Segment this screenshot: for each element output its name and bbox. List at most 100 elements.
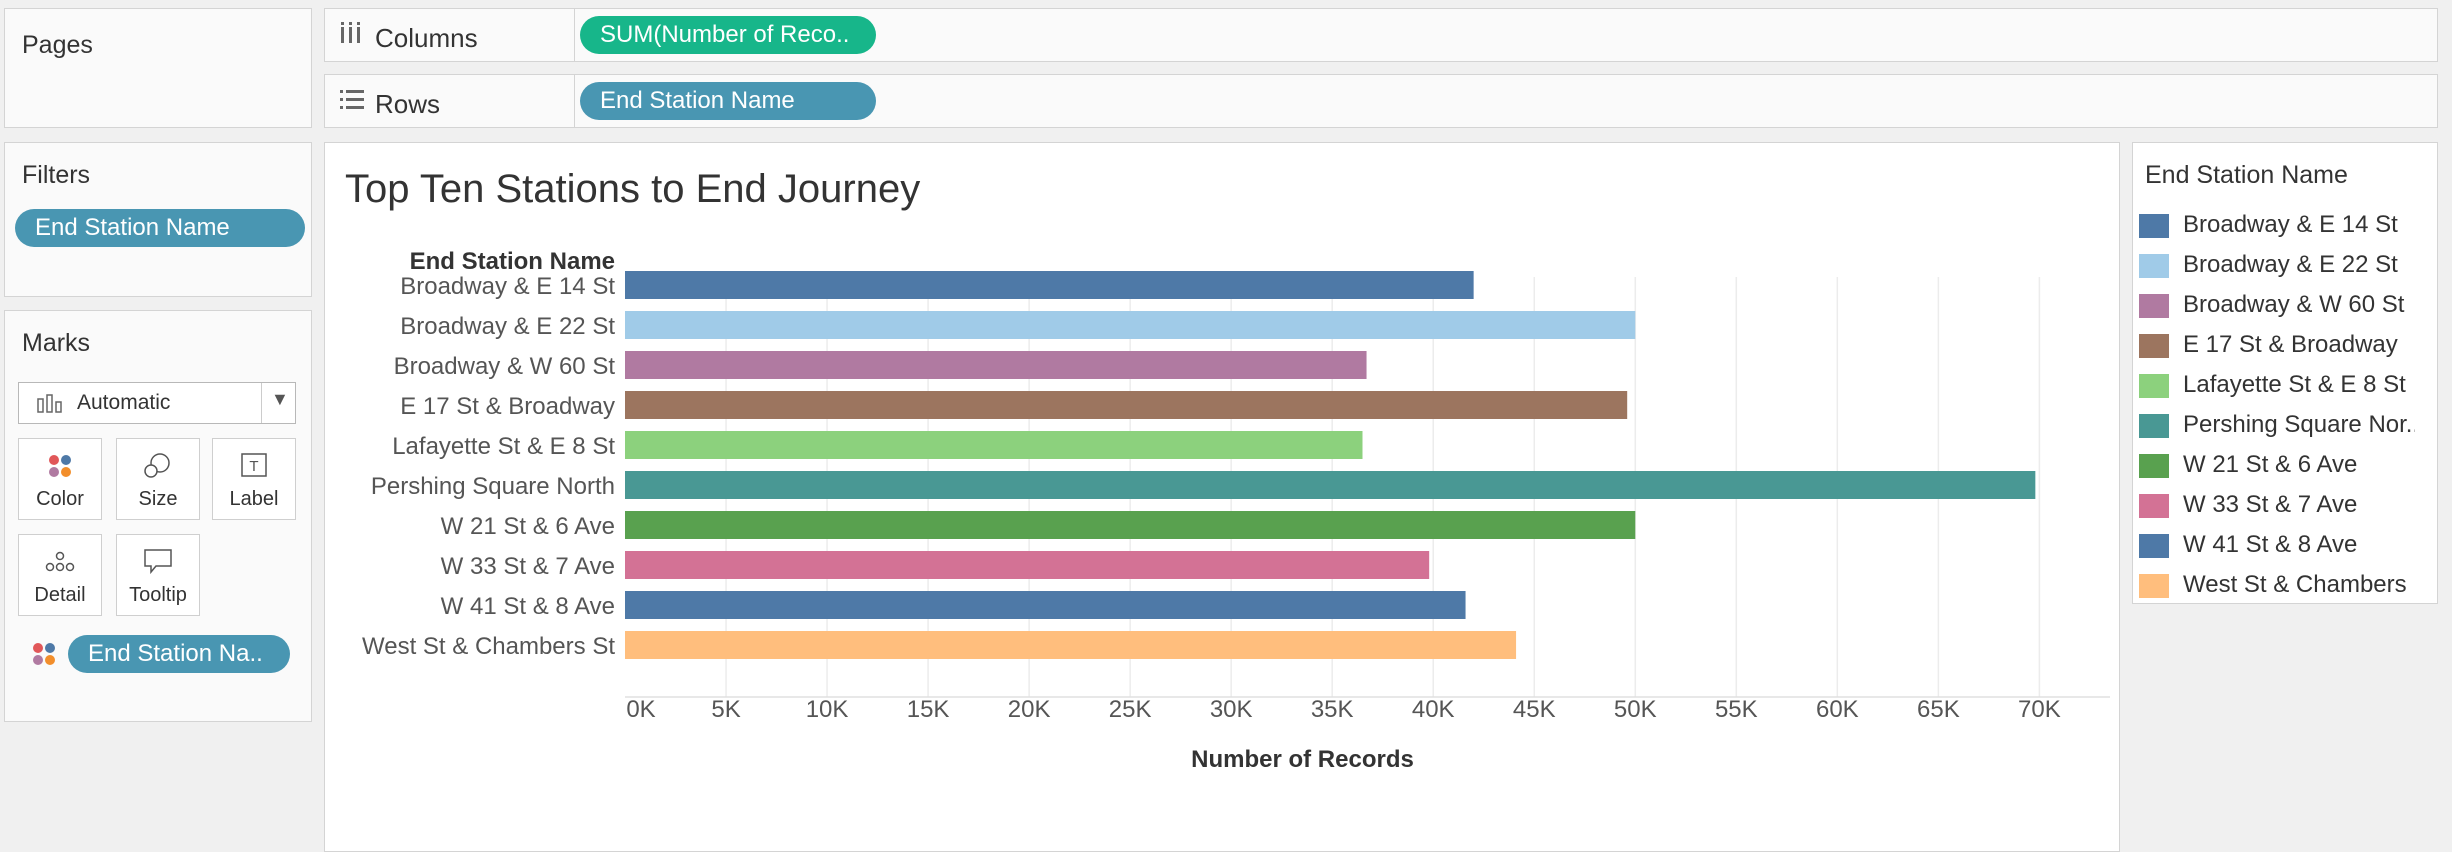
dropdown-divider	[261, 383, 262, 423]
x-tick-label: 20K	[1008, 696, 1051, 723]
legend-swatch	[2139, 574, 2169, 598]
rows-label: Rows	[375, 89, 441, 119]
mark-type-label: Automatic	[77, 391, 171, 414]
x-tick-label: 35K	[1311, 696, 1354, 723]
legend-swatch	[2139, 534, 2169, 558]
detail-button[interactable]: Detail	[18, 534, 102, 616]
bar[interactable]	[625, 551, 1430, 579]
category-label[interactable]: Broadway & E 14 St	[400, 273, 615, 300]
legend-label: W 41 St & 8 Ave	[2183, 531, 2358, 558]
marks-title: Marks	[22, 329, 91, 357]
legend-label: Broadway & E 14 St	[2183, 211, 2398, 238]
legend-card: End Station Name Broadway & E 14 St Broad…	[2132, 142, 2438, 604]
x-axis-title: Number of Records	[1191, 746, 1414, 773]
category-label[interactable]: Broadway & E 22 St	[400, 313, 615, 340]
tooltip-label: Tooltip	[129, 584, 187, 606]
columns-pill[interactable]: SUM(Number of Reco..	[580, 16, 876, 54]
x-tick-label: 55K	[1715, 696, 1758, 723]
bar[interactable]	[625, 511, 1636, 539]
color-icon	[19, 451, 101, 481]
chevron-down-icon: ▼	[271, 389, 289, 409]
row-header: End Station Name	[410, 248, 615, 275]
legend-label: West St & Chambers ..	[2183, 571, 2415, 598]
legend-label: Broadway & E 22 St	[2183, 251, 2398, 278]
legend-swatch	[2139, 414, 2169, 438]
legend-swatch	[2139, 454, 2169, 478]
bar[interactable]	[625, 311, 1636, 339]
rows-shelf: Rows End Station Name	[324, 74, 2438, 128]
size-icon	[117, 451, 199, 481]
legend-label: W 21 St & 6 Ave	[2183, 451, 2358, 478]
size-button[interactable]: Size	[116, 438, 200, 520]
legend-label: Broadway & W 60 St	[2183, 291, 2405, 318]
rows-pill[interactable]: End Station Name	[580, 82, 876, 120]
color-encoding-pill[interactable]: End Station Na..	[68, 635, 290, 673]
mark-type-dropdown[interactable]: Automatic ▼	[18, 382, 296, 424]
x-tick-label: 50K	[1614, 696, 1657, 723]
filters-title: Filters	[22, 161, 91, 189]
x-tick-label: 70K	[2018, 696, 2061, 723]
pages-card[interactable]: Pages	[4, 8, 312, 128]
tooltip-button[interactable]: Tooltip	[116, 534, 200, 616]
columns-icon	[339, 21, 363, 51]
label-button[interactable]: T Label	[212, 438, 296, 520]
legend-label: Pershing Square Nor..	[2183, 411, 2415, 438]
x-tick-label: 65K	[1917, 696, 1960, 723]
category-label[interactable]: E 17 St & Broadway	[400, 393, 615, 420]
legend-swatch	[2139, 374, 2169, 398]
bar[interactable]	[625, 351, 1367, 379]
bar[interactable]	[625, 471, 2036, 499]
filter-pill-end-station[interactable]: End Station Name	[15, 209, 305, 247]
color-encoding-icon	[30, 640, 58, 673]
x-tick-label: 15K	[907, 696, 950, 723]
category-label[interactable]: W 41 St & 8 Ave	[441, 593, 615, 620]
text-label-icon: T	[213, 451, 295, 481]
x-tick-label: 5K	[711, 696, 740, 723]
legend-label: Lafayette St & E 8 St	[2183, 371, 2406, 398]
category-label[interactable]: Lafayette St & E 8 St	[392, 433, 615, 460]
bar[interactable]	[625, 391, 1628, 419]
legend-swatch	[2139, 214, 2169, 238]
detail-icon	[19, 547, 101, 577]
pages-title: Pages	[22, 31, 93, 59]
x-tick-label: 10K	[806, 696, 849, 723]
bar[interactable]	[625, 431, 1363, 459]
legend-label: E 17 St & Broadway	[2183, 331, 2398, 358]
bar[interactable]	[625, 631, 1517, 659]
legend-swatch	[2139, 494, 2169, 518]
category-label[interactable]: Broadway & W 60 St	[394, 353, 616, 380]
x-tick-label: 25K	[1109, 696, 1152, 723]
columns-label: Columns	[375, 23, 478, 53]
x-tick-label: 30K	[1210, 696, 1253, 723]
tooltip-icon	[117, 547, 199, 577]
color-label: Color	[36, 488, 84, 510]
rows-shelf-label: Rows	[325, 75, 575, 127]
detail-label: Detail	[34, 584, 86, 606]
size-label: Size	[138, 488, 178, 510]
svg-text:T: T	[249, 458, 258, 475]
legend-label: W 33 St & 7 Ave	[2183, 491, 2358, 518]
chart-view: Top Ten Stations to End Journey End Stat…	[324, 142, 2120, 852]
bar-chart: End Station NameBroadway & E 14 St Broadw…	[362, 248, 2110, 773]
legend-swatch	[2139, 334, 2169, 358]
bar-chart-icon	[37, 393, 63, 418]
legend-swatch	[2139, 254, 2169, 278]
x-tick-label: 40K	[1412, 696, 1455, 723]
category-label[interactable]: Pershing Square North	[371, 473, 615, 500]
category-label[interactable]: W 21 St & 6 Ave	[441, 513, 615, 540]
color-button[interactable]: Color	[18, 438, 102, 520]
bar[interactable]	[625, 591, 1466, 619]
legend-swatch	[2139, 294, 2169, 318]
x-tick-label: 60K	[1816, 696, 1859, 723]
columns-shelf-label: Columns	[325, 9, 575, 61]
filters-card: Filters End Station Name	[4, 142, 312, 297]
legend-title: End Station Name	[2145, 161, 2348, 189]
x-tick-label: 45K	[1513, 696, 1556, 723]
category-label[interactable]: W 33 St & 7 Ave	[441, 553, 615, 580]
rows-icon	[339, 87, 365, 117]
label-label: Label	[229, 488, 279, 510]
x-tick-label: 0K	[626, 696, 655, 723]
bar[interactable]	[625, 271, 1474, 299]
columns-shelf: Columns SUM(Number of Reco..	[324, 8, 2438, 62]
category-label[interactable]: West St & Chambers St	[362, 633, 615, 660]
